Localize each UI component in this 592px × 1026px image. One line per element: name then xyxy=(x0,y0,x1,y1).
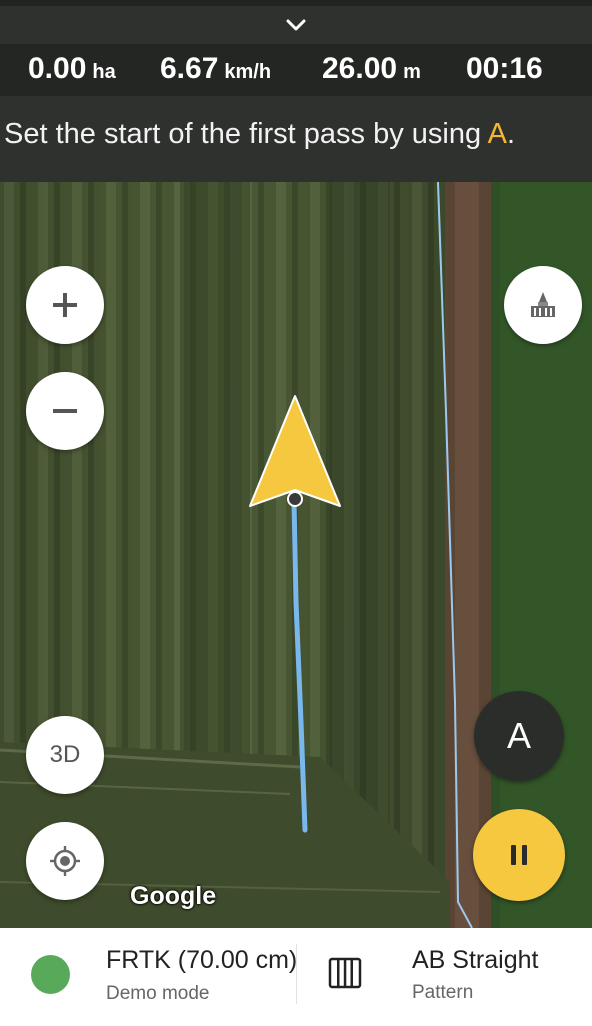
instruction-text: Set the start of the first pass by using… xyxy=(4,118,592,151)
vehicle-arrow-icon xyxy=(249,395,341,507)
zoom-out-icon xyxy=(53,409,77,413)
gps-title: FRTK (70.00 cm) xyxy=(106,946,296,974)
zoom-in-icon xyxy=(53,293,77,317)
field-tool-icon xyxy=(531,292,555,317)
gps-status-indicator xyxy=(31,955,70,994)
area-value: 0.00 xyxy=(28,52,87,85)
time-value: 00:16 xyxy=(466,52,543,85)
map-view[interactable]: 3D A Google xyxy=(0,182,592,928)
speed-stat: 6.67 km/h xyxy=(160,52,271,86)
status-panel: 0.00 ha 6.67 km/h 26.00 m 00:16 Set the sta… xyxy=(0,0,592,182)
stats-row: 0.00 ha 6.67 km/h 26.00 m 00:16 xyxy=(0,44,592,96)
bottom-bar: FRTK (70.00 cm) Demo mode AB Straight Pa… xyxy=(0,928,592,1026)
area-unit: ha xyxy=(92,61,116,83)
zoom-out-button[interactable] xyxy=(26,372,104,450)
pattern-title: AB Straight xyxy=(412,946,539,974)
three-d-button[interactable]: 3D xyxy=(26,716,104,794)
pattern-subtitle: Pattern xyxy=(412,982,474,1003)
three-d-label: 3D xyxy=(49,741,81,768)
width-stat: 26.00 m xyxy=(322,52,421,86)
speed-value: 6.67 xyxy=(160,52,219,85)
width-unit: m xyxy=(403,61,421,83)
google-attribution: Google xyxy=(130,882,217,910)
gps-locate-button[interactable] xyxy=(26,822,104,900)
speed-unit: km/h xyxy=(224,61,272,83)
section-divider xyxy=(296,944,297,1004)
time-stat: 00:16 xyxy=(466,52,543,86)
set-point-a-button[interactable]: A xyxy=(474,691,564,781)
instruction-main: Set the start of the first pass by using xyxy=(4,118,488,150)
gps-locate-icon xyxy=(50,846,80,876)
instruction-highlight: A xyxy=(487,118,507,150)
chevron-down-icon[interactable] xyxy=(284,14,308,36)
zoom-in-button[interactable] xyxy=(26,266,104,344)
area-stat: 0.00 ha xyxy=(28,52,116,86)
pause-button[interactable] xyxy=(473,809,565,901)
pattern-icon xyxy=(328,957,362,989)
width-value: 26.00 xyxy=(322,52,398,85)
field-tool-button[interactable] xyxy=(504,266,582,344)
pause-icon xyxy=(511,845,527,865)
gps-subtitle: Demo mode xyxy=(106,983,210,1004)
instruction-suffix: . xyxy=(506,118,515,150)
set-point-a-label: A xyxy=(506,715,531,756)
status-strip xyxy=(0,0,592,6)
